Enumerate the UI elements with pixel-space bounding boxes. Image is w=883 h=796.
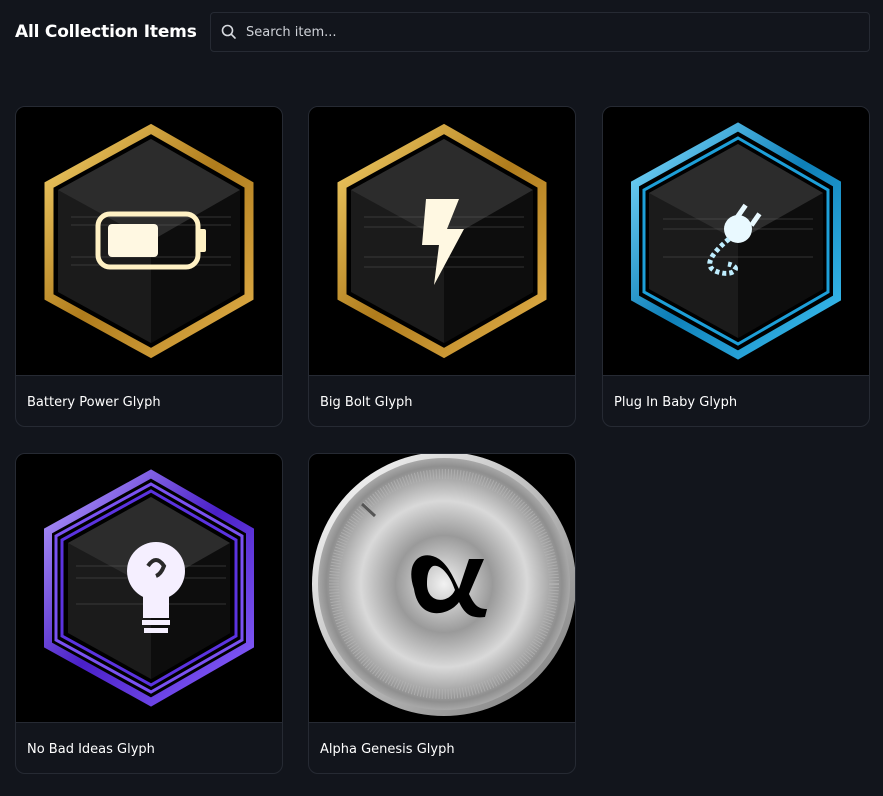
item-image [309,454,575,723]
item-image [16,454,282,723]
search-icon [221,24,236,39]
search-input[interactable] [244,23,869,41]
page-title: All Collection Items [15,22,197,42]
item-name: Plug In Baby Glyph [614,395,738,410]
item-name: Alpha Genesis Glyph [320,742,455,757]
plug-icon [631,122,841,360]
item-name: No Bad Ideas Glyph [27,742,155,757]
item-name: Big Bolt Glyph [320,395,413,410]
search-bar[interactable] [210,12,870,52]
item-image [603,107,869,376]
collection-item-card[interactable]: No Bad Ideas Glyph [15,453,283,774]
collection-item-card[interactable]: Big Bolt Glyph [308,106,576,427]
collection-item-card[interactable]: Plug In Baby Glyph [602,106,870,427]
battery-icon [44,123,254,359]
collection-item-card[interactable]: Alpha Genesis Glyph [308,453,576,774]
item-name: Battery Power Glyph [27,395,161,410]
item-image [309,107,575,376]
alpha-icon [312,454,575,716]
collection-item-card[interactable]: Battery Power Glyph [15,106,283,427]
item-image [16,107,282,376]
lightning-bolt-icon [337,123,547,359]
light-bulb-icon [44,469,254,707]
